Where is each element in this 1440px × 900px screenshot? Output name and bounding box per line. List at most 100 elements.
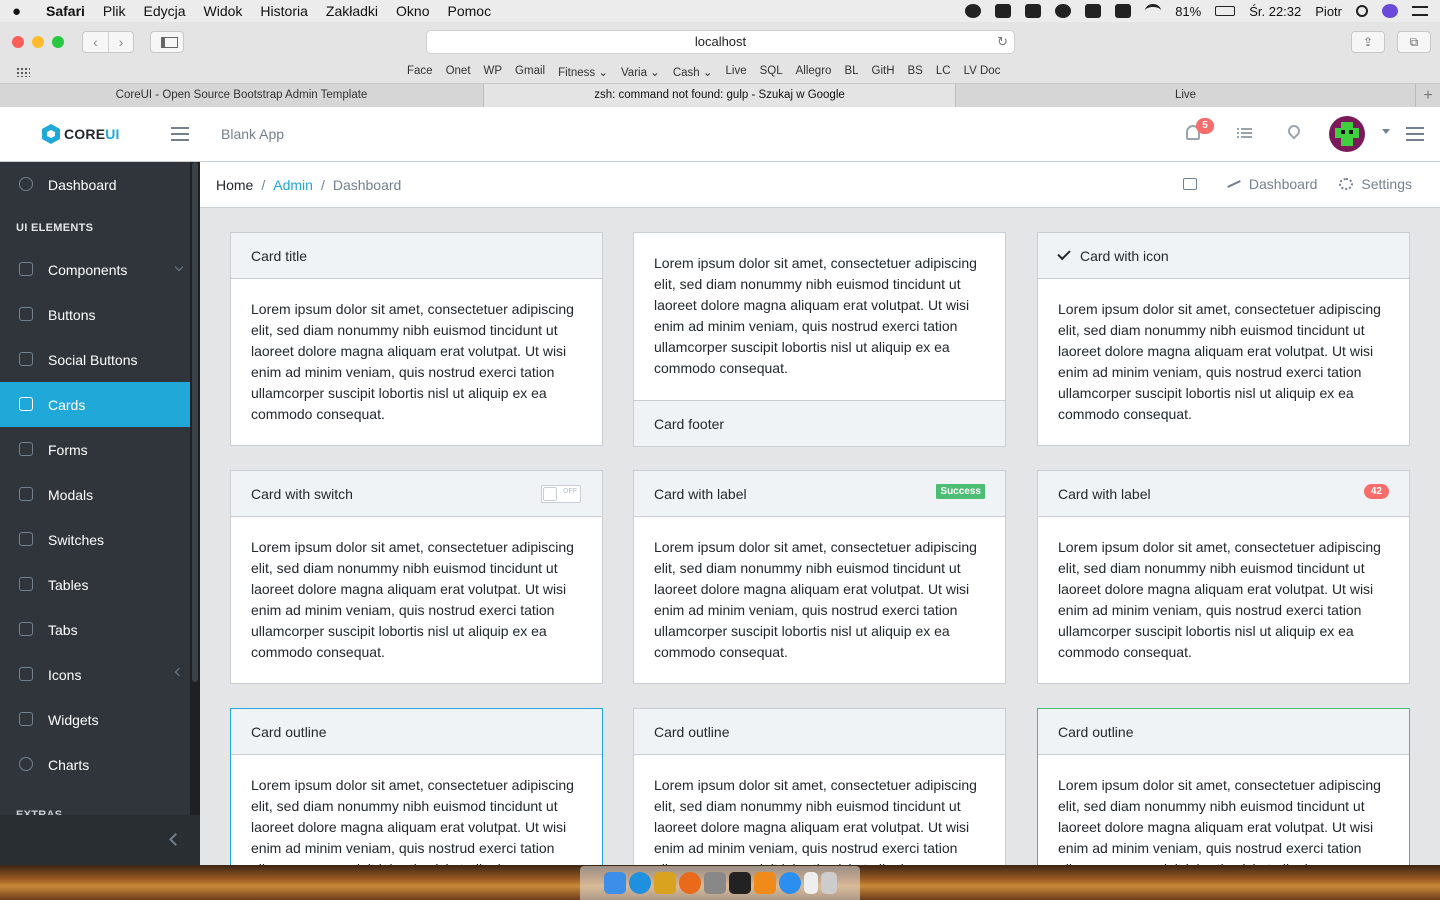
sidebar-item-buttons[interactable]: Buttons — [0, 292, 190, 337]
card-body: Lorem ipsum dolor sit amet, consectetuer… — [251, 539, 574, 660]
sidebar-item-components[interactable]: Components — [0, 247, 190, 292]
sidebar-minimizer-icon[interactable] — [169, 833, 182, 846]
spotlight-icon[interactable] — [1356, 5, 1368, 17]
menu-pomoc[interactable]: Pomoc — [448, 3, 492, 19]
wifi-icon[interactable] — [1145, 4, 1162, 18]
sidebar-item-charts[interactable]: Charts — [0, 742, 190, 787]
dropbox-icon[interactable] — [995, 4, 1012, 18]
bookmark-item[interactable]: WP — [484, 65, 503, 79]
finder-icon[interactable] — [603, 872, 626, 894]
bookmark-item[interactable]: Face — [407, 65, 433, 79]
app-icon[interactable] — [653, 872, 676, 894]
chevron-down-icon[interactable] — [1382, 129, 1390, 134]
dock — [580, 866, 860, 900]
battery-icon[interactable] — [1215, 6, 1236, 16]
user-name[interactable]: Piotr — [1315, 4, 1342, 19]
sidebar-item-modals[interactable]: Modals — [0, 472, 190, 517]
cloud-icon[interactable] — [1055, 4, 1072, 18]
sidebar-item-dashboard[interactable]: Dashboard — [0, 162, 190, 207]
bookmark-item[interactable]: LV Doc — [964, 65, 1001, 79]
tab-live[interactable]: Live — [956, 84, 1416, 107]
sidebar-item-cards[interactable]: Cards — [0, 382, 190, 427]
card-switch[interactable]: OFF — [541, 485, 581, 503]
breadcrumb-current: Dashboard — [332, 176, 402, 193]
bookmark-item[interactable]: SQL — [760, 65, 783, 79]
new-tab-button[interactable]: + — [1416, 84, 1440, 107]
breadcrumb-settings-button[interactable]: Settings — [1339, 176, 1412, 192]
card-with-footer: Lorem ipsum dolor sit amet, consectetuer… — [633, 232, 1006, 447]
bookmark-item[interactable]: Gmail — [515, 65, 545, 79]
apple-menu-icon[interactable]: ● — [12, 3, 32, 20]
puzzle-icon — [19, 577, 33, 591]
hub-icon[interactable] — [1115, 4, 1132, 18]
zoom-window-button[interactable] — [52, 36, 64, 48]
sublime-text-icon[interactable] — [753, 872, 776, 894]
sidebar-item-tabs[interactable]: Tabs — [0, 607, 190, 652]
bookmark-item[interactable]: LC — [936, 65, 951, 79]
menu-zakladki[interactable]: Zakładki — [326, 3, 378, 19]
bookmark-folder[interactable]: Fitness ⌄ — [558, 65, 608, 79]
bookmark-item[interactable]: Live — [726, 65, 747, 79]
card-outline-success: Card outline Lorem ipsum dolor sit amet,… — [1037, 708, 1410, 865]
sidebar-item-tables[interactable]: Tables — [0, 562, 190, 607]
bookmark-item[interactable]: Onet — [446, 65, 471, 79]
menu-safari[interactable]: Safari — [46, 3, 85, 19]
document-icon[interactable] — [803, 872, 818, 894]
minimize-window-button[interactable] — [32, 36, 44, 48]
sidebar-item-widgets[interactable]: Widgets — [0, 697, 190, 742]
top-sites-icon[interactable] — [16, 67, 30, 77]
menu-edycja[interactable]: Edycja — [143, 3, 185, 19]
sidebar-item-icons[interactable]: Icons — [0, 652, 190, 697]
tab-overview-button[interactable]: ⧉ — [1397, 31, 1431, 53]
forward-button[interactable]: › — [108, 32, 133, 52]
menu-historia[interactable]: Historia — [260, 3, 307, 19]
status-app-icon[interactable] — [965, 4, 982, 18]
sidebar-item-social-buttons[interactable]: Social Buttons — [0, 337, 190, 382]
sidebar-toggler-icon[interactable] — [171, 127, 189, 141]
tab-google-search[interactable]: zsh: command not found: gulp - Szukaj w … — [484, 84, 956, 107]
card-header-label: Card with label — [1058, 485, 1151, 502]
back-button[interactable]: ‹ — [83, 32, 108, 52]
app-store-icon[interactable] — [778, 872, 801, 894]
sidebar-scrollbar[interactable] — [190, 162, 200, 865]
sidebar-item-forms[interactable]: Forms — [0, 427, 190, 472]
firefox-icon[interactable] — [678, 872, 701, 894]
forklift-icon[interactable] — [1025, 4, 1042, 18]
bookmark-item[interactable]: BL — [844, 65, 858, 79]
tab-coreui[interactable]: CoreUI - Open Source Bootstrap Admin Tem… — [0, 84, 484, 107]
breadcrumb-admin-link[interactable]: Admin — [273, 177, 313, 193]
trash-icon[interactable] — [820, 872, 837, 894]
app-name-link[interactable]: Blank App — [221, 126, 284, 142]
location-pin-icon[interactable] — [1285, 122, 1303, 140]
system-preferences-icon[interactable] — [703, 872, 726, 894]
avatar[interactable] — [1329, 116, 1365, 152]
bookmark-item[interactable]: GitH — [872, 65, 895, 79]
battery-percent[interactable]: 81% — [1175, 4, 1201, 19]
list-icon[interactable] — [1237, 128, 1252, 139]
address-bar[interactable]: localhost ↻ — [426, 30, 1015, 54]
sidebar-item-switches[interactable]: Switches — [0, 517, 190, 562]
close-window-button[interactable] — [12, 36, 24, 48]
siri-icon[interactable] — [1382, 4, 1398, 18]
terminal-icon[interactable] — [728, 872, 751, 894]
layout-icon[interactable] — [1085, 4, 1102, 18]
count-badge: 42 — [1363, 484, 1389, 499]
menu-plik[interactable]: Plik — [103, 3, 126, 19]
aside-menu-toggler-icon[interactable] — [1406, 127, 1424, 141]
bookmark-item[interactable]: BS — [908, 65, 923, 79]
notification-center-icon[interactable] — [1412, 6, 1428, 16]
bookmark-folder[interactable]: Cash ⌄ — [673, 65, 713, 79]
bookmark-folder[interactable]: Varia ⌄ — [621, 65, 660, 79]
share-button[interactable]: ⇪ — [1351, 31, 1385, 53]
brand-logo[interactable]: CORE UI — [42, 124, 120, 144]
sidebar-toggle-button[interactable] — [150, 31, 184, 53]
calculator-icon — [19, 712, 33, 726]
bookmark-item[interactable]: Allegro — [796, 65, 832, 79]
menu-widok[interactable]: Widok — [204, 3, 243, 19]
speech-icon[interactable] — [1182, 178, 1205, 190]
safari-icon[interactable] — [628, 872, 651, 894]
menu-okno[interactable]: Okno — [396, 3, 429, 19]
reload-icon[interactable]: ↻ — [997, 31, 1008, 53]
breadcrumb-dashboard-button[interactable]: Dashboard — [1227, 176, 1318, 192]
clock[interactable]: Śr. 22:32 — [1249, 4, 1301, 19]
